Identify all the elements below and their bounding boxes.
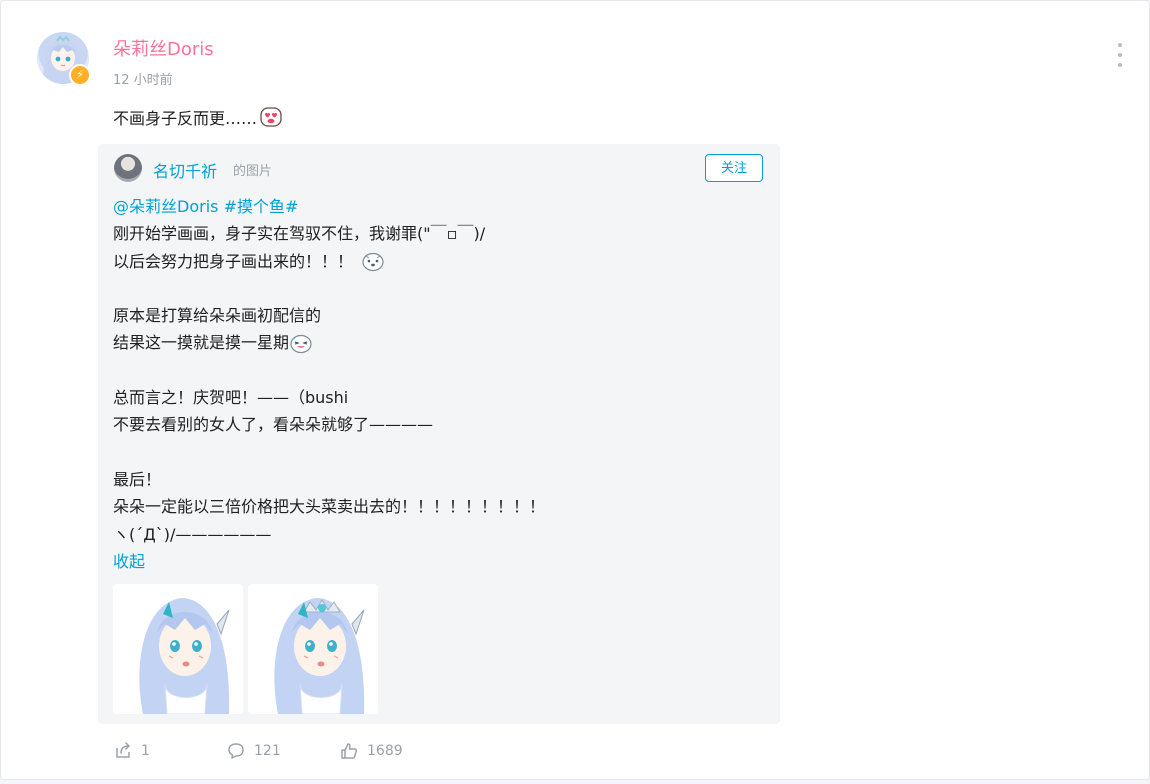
lightning-badge-icon: ⚡ bbox=[69, 64, 91, 86]
topic-link[interactable]: #摸个鱼# bbox=[224, 193, 299, 220]
laughing-emoji-icon bbox=[289, 331, 313, 355]
comment-icon bbox=[228, 743, 244, 759]
thumbs-up-icon bbox=[341, 743, 358, 759]
text-line: 最后！ bbox=[113, 469, 162, 489]
like-button[interactable]: 1689 bbox=[339, 741, 403, 761]
more-options-icon[interactable] bbox=[1113, 43, 1127, 67]
mention-link[interactable]: @朵莉丝Doris bbox=[113, 193, 218, 220]
comment-count: 121 bbox=[254, 743, 281, 759]
follow-button[interactable]: 关注 bbox=[705, 154, 763, 182]
original-post-type: 的图片 bbox=[233, 164, 273, 179]
image-thumbnail[interactable] bbox=[113, 584, 243, 714]
text-line: ヽ(´Д`)/—————— bbox=[113, 524, 272, 544]
text-line: 朵朵一定能以三倍价格把大头菜卖出去的！！！！！！！！！ bbox=[113, 497, 546, 517]
share-button[interactable]: 1 bbox=[113, 741, 226, 761]
action-bar: 1 121 1689 bbox=[113, 741, 403, 761]
collapse-link[interactable]: 收起 bbox=[113, 548, 145, 575]
image-gallery bbox=[113, 584, 378, 714]
text-line: 刚开始学画画，身子实在驾驭不住，我谢罪("￣▫￣)/ bbox=[113, 224, 486, 244]
post-content: 不画身子反而更…… bbox=[113, 105, 283, 129]
text-line: 不要去看别的女人了，看朵朵就够了———— bbox=[113, 415, 434, 435]
share-count: 1 bbox=[141, 743, 150, 759]
original-author-avatar[interactable] bbox=[114, 154, 142, 182]
text-line: 原本是打算给朵朵画初配信的 bbox=[113, 306, 322, 326]
text-line-with-emoji: 以后会努力把身子画出来的！！！ bbox=[113, 248, 763, 275]
like-count: 1689 bbox=[367, 743, 403, 759]
reposted-content[interactable]: 名切千祈 的图片 关注 @朵莉丝Doris #摸个鱼# 刚开始学画画，身子实在驾… bbox=[98, 144, 780, 724]
comment-button[interactable]: 121 bbox=[226, 741, 339, 761]
text-line: 总而言之！庆贺吧！——（bushi bbox=[113, 388, 349, 408]
author-name[interactable]: 朵莉丝Doris bbox=[113, 35, 214, 61]
dynamic-card: ⚡ 朵莉丝Doris 12 小时前 不画身子反而更…… 名切千祈 的图片 关注 … bbox=[0, 0, 1150, 780]
original-post-text: @朵莉丝Doris #摸个鱼# 刚开始学画画，身子实在驾驭不住，我谢罪("￣▫￣… bbox=[113, 193, 763, 575]
heart-eyes-emoji-icon bbox=[259, 105, 283, 129]
image-thumbnail[interactable] bbox=[248, 584, 378, 714]
share-icon bbox=[116, 742, 130, 758]
original-author-name[interactable]: 名切千祈 bbox=[153, 158, 217, 182]
post-time[interactable]: 12 小时前 bbox=[113, 69, 173, 88]
author-avatar[interactable]: ⚡ bbox=[37, 32, 91, 86]
shocked-emoji-icon bbox=[361, 249, 385, 273]
post-text: 不画身子反而更…… bbox=[113, 109, 258, 128]
text-line-with-emoji: 结果这一摸就是摸一星期 bbox=[113, 329, 763, 356]
